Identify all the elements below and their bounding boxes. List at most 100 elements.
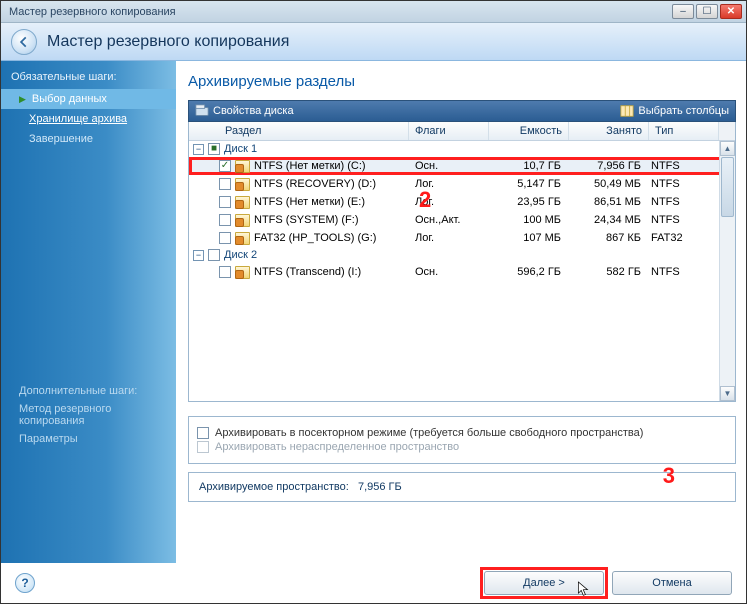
sidebar-opt-params: Параметры	[1, 430, 176, 448]
partition-used: 7,956 ГБ	[569, 160, 649, 172]
sidebar-step-finish: Завершение	[1, 129, 176, 149]
next-button[interactable]: Далее >	[484, 571, 604, 595]
next-button-label: Далее >	[523, 577, 565, 589]
collapse-icon[interactable]: −	[193, 144, 204, 155]
drive-icon	[235, 160, 250, 173]
grid-header: Раздел Флаги Емкость Занято Тип	[189, 122, 735, 141]
partition-used: 50,49 МБ	[569, 178, 649, 190]
sidebar: Обязательные шаги: Выбор данных Хранилищ…	[1, 61, 176, 563]
window-title: Мастер резервного копирования	[9, 6, 670, 18]
scroll-down-button[interactable]: ▼	[720, 386, 735, 401]
wizard-window: Мастер резервного копирования – ☐ ✕ Маст…	[0, 0, 747, 604]
maximize-button[interactable]: ☐	[696, 4, 718, 19]
table-row[interactable]: NTFS (Нет метки) (E:)Лог.23,95 ГБ86,51 М…	[189, 193, 735, 211]
partition-capacity: 107 МБ	[489, 232, 569, 244]
option-sector-mode[interactable]: Архивировать в посекторном режиме (требу…	[197, 427, 727, 439]
disk-1-row[interactable]: − ■ Диск 1	[189, 141, 735, 157]
disk-label: Диск 2	[224, 249, 257, 261]
cancel-button[interactable]: Отмена	[612, 571, 732, 595]
checkbox[interactable]	[197, 427, 209, 439]
partition-flags: Лог.	[409, 178, 489, 190]
header-band: Мастер резервного копирования	[1, 23, 746, 61]
option-unallocated[interactable]: Архивировать нераспределенное пространст…	[197, 441, 727, 453]
archive-space-value: 7,956 ГБ	[358, 481, 402, 493]
cursor-icon	[577, 580, 591, 598]
col-flags[interactable]: Флаги	[409, 122, 489, 140]
partition-capacity: 100 МБ	[489, 214, 569, 226]
back-button[interactable]	[11, 29, 37, 55]
grid-toolbar: Свойства диска Выбрать столбцы	[188, 100, 736, 122]
col-partition[interactable]: Раздел	[189, 122, 409, 140]
table-row[interactable]: NTFS (SYSTEM) (F:) Осн.,Акт.100 МБ24,34 М…	[189, 211, 735, 229]
disk-label: Диск 1	[224, 143, 257, 155]
collapse-icon[interactable]: −	[193, 250, 204, 261]
disk-properties-button[interactable]: Свойства диска	[195, 104, 294, 118]
body: Обязательные шаги: Выбор данных Хранилищ…	[1, 61, 746, 563]
row-checkbox[interactable]	[219, 232, 231, 244]
sidebar-section-optional: Дополнительные шаги: Метод резервного ко…	[1, 382, 176, 448]
partition-flags: Лог.	[409, 232, 489, 244]
scroll-thumb[interactable]	[721, 157, 734, 217]
partition-grid: Раздел Флаги Емкость Занято Тип − ■ Диск…	[188, 122, 736, 402]
partition-capacity: 10,7 ГБ	[489, 160, 569, 172]
option-label: Архивировать в посекторном режиме (требу…	[215, 427, 643, 439]
partition-capacity: 596,2 ГБ	[489, 266, 569, 278]
row-checkbox[interactable]	[219, 214, 231, 226]
help-button[interactable]: ?	[15, 573, 35, 593]
grid-body: − ■ Диск 1 ✓NTFS (Нет метки) (C:)Осн.10,…	[189, 141, 735, 401]
col-used[interactable]: Занято	[569, 122, 649, 140]
disk-checkbox[interactable]: ■	[208, 143, 220, 155]
choose-columns-button[interactable]: Выбрать столбцы	[620, 104, 729, 118]
table-row[interactable]: ✓ NTFS (Нет метки) (C:) Осн.10,7 ГБ7,956 Г…	[189, 157, 735, 175]
col-type[interactable]: Тип	[649, 122, 719, 140]
partition-used: 86,51 МБ	[569, 196, 649, 208]
archive-space-box: Архивируемое пространство: 7,956 ГБ 3	[188, 472, 736, 502]
header-title: Мастер резервного копирования	[47, 33, 289, 51]
options-box: Архивировать в посекторном режиме (требу…	[188, 416, 736, 464]
table-row[interactable]: FAT32 (HP_TOOLS) (G:)Лог.107 МБ867 КБFAT…	[189, 229, 735, 247]
partition-name: NTFS (SYSTEM) (F:)	[254, 214, 359, 226]
partition-capacity: 5,147 ГБ	[489, 178, 569, 190]
page-title: Архивируемые разделы	[188, 73, 736, 90]
col-capacity[interactable]: Емкость	[489, 122, 569, 140]
col-scrollpad	[719, 122, 735, 140]
option-label: Архивировать нераспределенное пространст…	[215, 441, 459, 453]
partition-flags: Осн.	[409, 266, 489, 278]
drive-icon	[235, 214, 250, 227]
cancel-button-label: Отмена	[652, 577, 691, 589]
main-panel: Архивируемые разделы Свойства диска Выбр…	[176, 61, 746, 563]
checkbox[interactable]	[197, 441, 209, 453]
footer: ? Далее > Отмена	[1, 563, 746, 603]
table-row[interactable]: NTFS (RECOVERY) (D:) Лог.5,147 ГБ50,49 МБ…	[189, 175, 735, 193]
row-checkbox[interactable]	[219, 266, 231, 278]
sidebar-step-archive-storage[interactable]: Хранилище архива	[1, 109, 176, 129]
sidebar-section-required: Обязательные шаги:	[1, 67, 176, 89]
partition-flags: Лог.	[409, 196, 489, 208]
scroll-up-button[interactable]: ▲	[720, 141, 735, 156]
sidebar-step-label: Выбор данных	[32, 93, 107, 105]
archive-space-label: Архивируемое пространство:	[199, 481, 349, 493]
partition-name: NTFS (Нет метки) (C:)	[254, 160, 366, 172]
partition-flags: Осн.	[409, 160, 489, 172]
disk-checkbox[interactable]	[208, 249, 220, 261]
partition-flags: Осн.,Акт.	[409, 214, 489, 226]
partition-name: NTFS (RECOVERY) (D:)	[254, 178, 376, 190]
row-checkbox[interactable]	[219, 178, 231, 190]
partition-name: NTFS (Нет метки) (E:)	[254, 196, 365, 208]
drive-icon	[235, 266, 250, 279]
drive-icon	[235, 178, 250, 191]
scrollbar[interactable]: ▲ ▼	[719, 141, 735, 401]
sidebar-section-optional-title: Дополнительные шаги:	[1, 382, 176, 400]
disk-2-row[interactable]: − Диск 2	[189, 247, 735, 263]
titlebar: Мастер резервного копирования – ☐ ✕	[1, 1, 746, 23]
partition-used: 24,34 МБ	[569, 214, 649, 226]
partition-used: 867 КБ	[569, 232, 649, 244]
drive-icon	[235, 232, 250, 245]
drive-icon	[235, 196, 250, 209]
row-checkbox[interactable]	[219, 196, 231, 208]
minimize-button[interactable]: –	[672, 4, 694, 19]
close-button[interactable]: ✕	[720, 4, 742, 19]
sidebar-step-select-data[interactable]: Выбор данных	[1, 89, 176, 109]
table-row[interactable]: NTFS (Transcend) (I:)Осн.596,2 ГБ582 ГБN…	[189, 263, 735, 281]
row-checkbox[interactable]: ✓	[219, 160, 231, 172]
